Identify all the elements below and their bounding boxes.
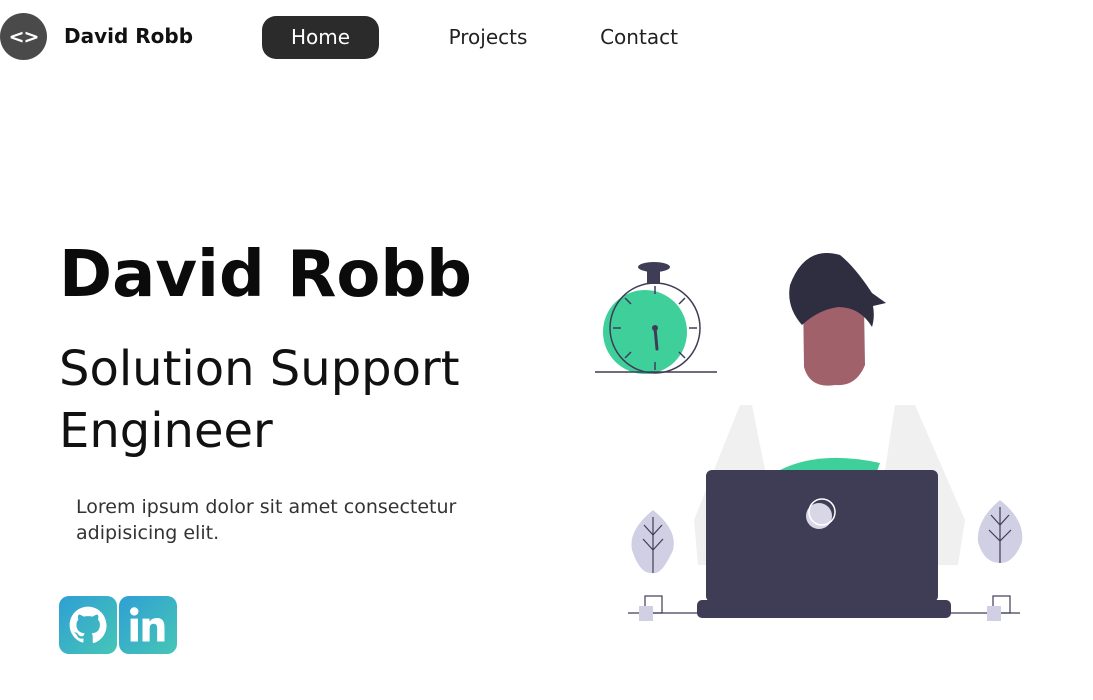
nav-projects-link[interactable]: Projects: [440, 16, 536, 59]
hero-description: Lorem ipsum dolor sit amet consectetur a…: [76, 496, 457, 544]
developer-illustration: [595, 253, 1023, 621]
stopwatch-icon: [595, 262, 717, 374]
linkedin-icon: [130, 607, 165, 642]
hero-role: Solution Support Engineer: [59, 341, 460, 459]
laptop-icon: [697, 470, 951, 618]
linkedin-link[interactable]: [119, 596, 177, 654]
plant-left-icon: [631, 510, 674, 574]
brand-name[interactable]: David Robb: [64, 24, 193, 48]
plant-right-icon: [977, 500, 1023, 563]
nav-home-link[interactable]: Home: [262, 16, 379, 59]
github-icon: [69, 606, 107, 644]
navbar: <> David Robb Home Projects Contact: [0, 0, 1093, 76]
logo-icon[interactable]: <>: [0, 13, 47, 60]
github-link[interactable]: [59, 596, 117, 654]
nav-contact-link[interactable]: Contact: [592, 16, 686, 59]
hero-name: David Robb: [59, 238, 472, 312]
